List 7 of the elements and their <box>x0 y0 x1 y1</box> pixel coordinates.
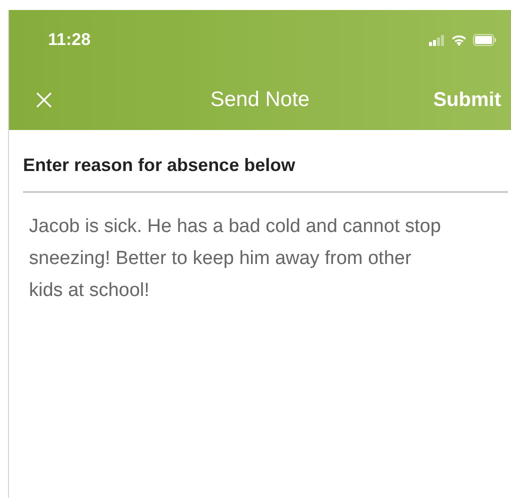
nav-title: Send Note <box>210 87 310 114</box>
status-time: 11:28 <box>48 29 91 52</box>
wifi-icon <box>451 34 467 46</box>
battery-icon <box>473 34 497 46</box>
reason-text-area[interactable]: Jacob is sick. He has a bad cold and cannot stop sneezing! Better to keep him away from other kids at school! <box>23 211 508 307</box>
signal-icon <box>429 34 445 46</box>
field-label: Enter reason for absence below <box>23 154 296 177</box>
